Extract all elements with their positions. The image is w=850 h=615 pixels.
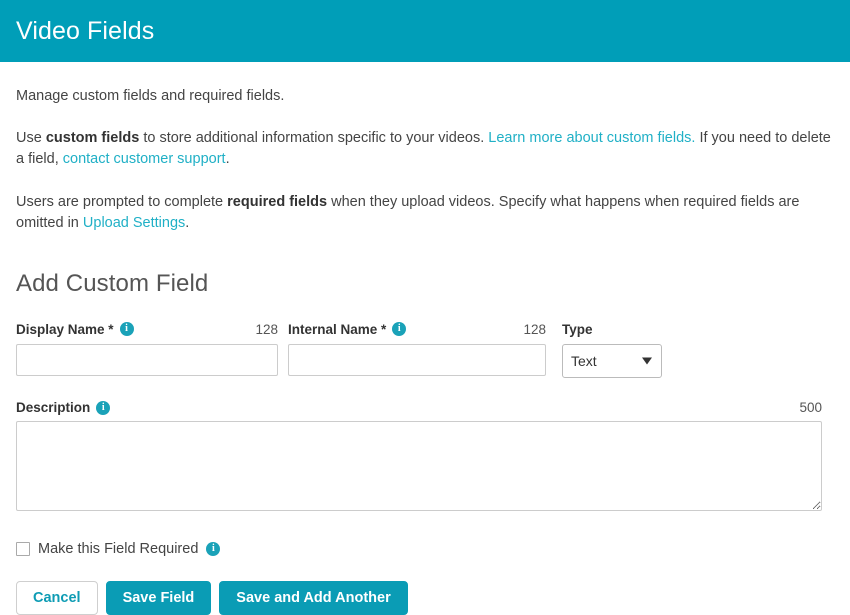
description-textarea[interactable] xyxy=(16,421,822,511)
description-info-icon[interactable]: i xyxy=(96,401,110,415)
internal-name-group: Internal Name * i 128 xyxy=(288,320,546,376)
display-name-label: Display Name * xyxy=(16,322,114,337)
intro-paragraph-custom-fields: Use custom fields to store additional in… xyxy=(16,107,834,170)
form-button-row: Cancel Save Field Save and Add Another xyxy=(16,557,834,615)
internal-name-input[interactable] xyxy=(288,344,546,376)
display-name-group: Display Name * i 128 xyxy=(16,320,278,376)
save-field-button[interactable]: Save Field xyxy=(106,581,212,615)
type-label-row: Type xyxy=(562,320,662,338)
internal-name-info-icon[interactable]: i xyxy=(392,322,406,336)
field-row-names: Display Name * i 128 Internal Name * i 1… xyxy=(16,298,834,378)
type-select-wrap: Text xyxy=(562,344,662,378)
type-select[interactable]: Text xyxy=(562,344,662,378)
intro-p3-text-1: Users are prompted to complete xyxy=(16,194,227,210)
display-name-input[interactable] xyxy=(16,344,278,376)
learn-more-custom-fields-link[interactable]: Learn more about custom fields. xyxy=(488,130,695,146)
type-group: Type Text xyxy=(562,320,662,378)
intro-p2-bold-custom-fields: custom fields xyxy=(46,130,139,146)
make-field-required-checkbox[interactable] xyxy=(16,542,30,556)
intro-p2-text-4: . xyxy=(226,151,230,167)
intro-p3-text-3: . xyxy=(185,215,189,231)
display-name-info-icon[interactable]: i xyxy=(120,322,134,336)
internal-name-label: Internal Name * xyxy=(288,322,386,337)
internal-name-label-left: Internal Name * i xyxy=(288,322,406,337)
description-char-limit: 500 xyxy=(799,400,822,415)
intro-p3-bold-required-fields: required fields xyxy=(227,194,327,210)
intro-line-1: Manage custom fields and required fields… xyxy=(16,62,834,107)
display-name-label-left: Display Name * i xyxy=(16,322,134,337)
type-label: Type xyxy=(562,322,593,337)
internal-name-label-row: Internal Name * i 128 xyxy=(288,320,546,338)
make-field-required-label: Make this Field Required xyxy=(38,541,198,557)
page-title: Video Fields xyxy=(16,19,154,44)
intro-p2-text-2: to store additional information specific… xyxy=(139,130,488,146)
description-group: Description i 500 xyxy=(16,378,834,511)
cancel-button[interactable]: Cancel xyxy=(16,581,98,615)
contact-customer-support-link[interactable]: contact customer support xyxy=(63,151,226,167)
intro-paragraph-required-fields: Users are prompted to complete required … xyxy=(16,170,834,234)
required-checkbox-row: Make this Field Required i xyxy=(16,511,834,557)
type-label-left: Type xyxy=(562,322,593,337)
upload-settings-link[interactable]: Upload Settings xyxy=(83,215,185,231)
display-name-label-row: Display Name * i 128 xyxy=(16,320,278,338)
page-header: Video Fields xyxy=(0,0,850,62)
internal-name-char-limit: 128 xyxy=(523,322,546,337)
description-label: Description xyxy=(16,400,90,415)
description-label-left: Description i xyxy=(16,400,110,415)
save-and-add-another-button[interactable]: Save and Add Another xyxy=(219,581,407,615)
page-content: Manage custom fields and required fields… xyxy=(0,62,850,615)
make-field-required-info-icon[interactable]: i xyxy=(206,542,220,556)
intro-p2-text-1: Use xyxy=(16,130,46,146)
add-custom-field-heading: Add Custom Field xyxy=(16,234,834,298)
display-name-char-limit: 128 xyxy=(255,322,278,337)
description-label-row: Description i 500 xyxy=(16,400,822,415)
